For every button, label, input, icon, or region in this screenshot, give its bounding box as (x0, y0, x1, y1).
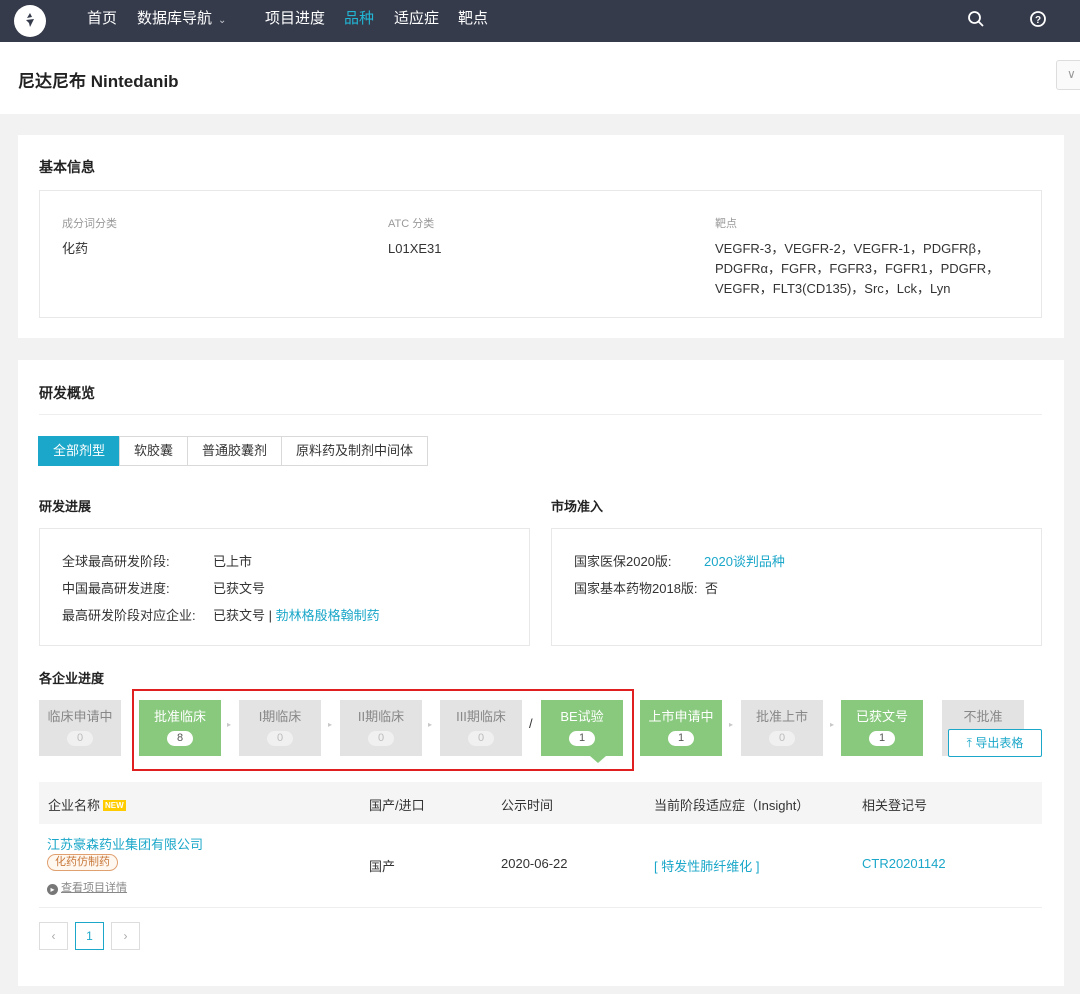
field-label-ingredient-class: 成分词分类 (62, 218, 117, 230)
origin-cell: 国产 (369, 859, 396, 874)
stage-label: 临床申请中 (47, 709, 113, 724)
column-header[interactable]: 相关登记号 (862, 795, 927, 814)
basic-info-card: 基本信息 成分词分类 化药 ATC 分类 L01XE31 靶点 VEGFR-3，… (18, 135, 1064, 338)
company-progress-title: 各企业进度 (39, 671, 105, 686)
market-access-panel: 国家医保2020版: 2020谈判品种 国家基本药物2018版: 否 (551, 528, 1042, 646)
company-name-link[interactable]: 江苏豪森药业集团有限公司 (47, 834, 203, 853)
search-icon[interactable] (967, 10, 985, 28)
header-dropdown-button[interactable]: ∨ (1056, 60, 1080, 90)
nav-item-home[interactable]: 首页 (87, 0, 117, 42)
stage-approval-number[interactable]: 已获文号 1 (841, 700, 923, 756)
rd-progress-panel: 全球最高研发阶段: 已上市 中国最高研发进度: 已获文号 最高研发阶段对应企业:… (39, 528, 530, 646)
rd-progress-title: 研发进展 (39, 499, 92, 514)
tab-soft-capsule[interactable]: 软胶囊 (119, 436, 189, 466)
view-detail-link[interactable]: ▸ 查看项目详情 (47, 879, 127, 895)
target-line: PDGFRα，FGFR，FGFR3，FGFR1，PDGFR， (715, 261, 1000, 276)
view-detail-label: 查看项目详情 (61, 882, 127, 894)
stage-count: 1 (869, 731, 895, 746)
export-label: 导出表格 (975, 736, 1024, 750)
pagination-prev-button[interactable]: ‹ (39, 922, 68, 950)
date-cell: 2020-06-22 (501, 856, 568, 871)
nav-item-indication[interactable]: 适应症 (394, 0, 439, 42)
pagination-next-button[interactable]: › (111, 922, 140, 950)
field-label-atc: ATC 分类 (388, 218, 435, 230)
stage-count: 0 (67, 731, 93, 746)
registration-number-link[interactable]: CTR20201142 (862, 856, 946, 871)
tab-api-intermediate[interactable]: 原料药及制剂中间体 (281, 436, 429, 466)
stage-label: 批准上市 (755, 709, 808, 724)
overview-card: 研发概览 全部剂型 软胶囊 普通胶囊剂 原料药及制剂中间体 研发进展 市场准入 … (18, 360, 1064, 986)
row-value-text: 已获文号 | (213, 608, 272, 623)
row-label: 国家基本药物2018版: (574, 581, 698, 596)
row-label: 中国最高研发进度: (62, 581, 170, 596)
basic-info-title: 基本信息 (39, 159, 95, 175)
stage-market-approved[interactable]: 批准上市 0 (741, 700, 823, 756)
indication-link[interactable]: [ 特发性肺纤维化 ] (654, 856, 759, 875)
stage-label: 已获文号 (855, 709, 908, 724)
row-value: 已上市 (213, 554, 253, 569)
nav-item-database[interactable]: 数据库导航 ⌄ (137, 0, 226, 42)
nav-item-variety[interactable]: 品种 (344, 0, 374, 42)
nav-item-project-progress[interactable]: 项目进度 (265, 0, 325, 42)
help-icon[interactable]: ? (1029, 10, 1047, 28)
basic-info-box: 成分词分类 化药 ATC 分类 L01XE31 靶点 VEGFR-3，VEGFR… (39, 190, 1042, 318)
export-table-button[interactable]: ⤒ 导出表格 (948, 729, 1042, 757)
dosage-form-tabs: 全部剂型 软胶囊 普通胶囊剂 原料药及制剂中间体 (38, 436, 429, 466)
generic-drug-tag: 化药仿制药 (47, 854, 118, 871)
page-title: 尼达尼布 Nintedanib (18, 72, 179, 91)
row-value: 否 (705, 581, 719, 596)
column-header[interactable]: 公示时间 (501, 795, 553, 814)
svg-text:?: ? (1035, 15, 1041, 26)
new-badge: NEW (103, 800, 126, 811)
table-row: 江苏豪森药业集团有限公司 化药仿制药 ▸ 查看项目详情 国产 2020-06-22… (39, 824, 1042, 908)
highlight-frame (132, 689, 634, 771)
nav-item-target[interactable]: 靶点 (458, 0, 488, 42)
field-value-atc: L01XE31 (388, 241, 442, 256)
stage-label: 不批准 (963, 709, 1003, 724)
chevron-down-icon: ⌄ (218, 15, 227, 26)
row-label: 全球最高研发阶段: (62, 554, 170, 569)
column-header-label: 企业名称 (48, 798, 101, 813)
stage-clinical-application[interactable]: 临床申请中 0 (39, 700, 121, 756)
market-access-title: 市场准入 (551, 499, 604, 514)
row-value: 已获文号 | 勃林格殷格翰制药 (213, 605, 380, 624)
field-value-target: VEGFR-3，VEGFR-2，VEGFR-1，PDGFRβ， PDGFRα，F… (715, 239, 999, 299)
target-line: VEGFR，FLT3(CD135)，Src，Lck，Lyn (715, 281, 951, 296)
divider (39, 414, 1042, 415)
column-header: 企业名称 NEW (48, 795, 126, 814)
top-nav: 首页 数据库导航 ⌄ 项目进度 品种 适应症 靶点 ? (0, 0, 1080, 42)
chevron-down-icon: ∨ (1067, 67, 1076, 81)
arrow-right-icon: ▸ (830, 720, 835, 729)
stage-count: 0 (769, 731, 795, 746)
stage-count: 1 (668, 731, 694, 746)
overview-title: 研发概览 (39, 385, 95, 401)
table-header: 企业名称 NEW 国产/进口 公示时间 当前阶段适应症（Insight） 相关登记… (39, 782, 1042, 824)
arrow-right-circle-icon: ▸ (47, 884, 58, 895)
company-link[interactable]: 勃林格殷格翰制药 (276, 608, 380, 623)
row-label: 国家医保2020版: (574, 554, 672, 569)
export-icon: ⤒ (966, 736, 972, 750)
row-value: 已获文号 (213, 581, 266, 596)
tab-capsule[interactable]: 普通胶囊剂 (187, 436, 283, 466)
nrdl-link[interactable]: 2020谈判品种 (704, 551, 785, 570)
stage-market-application[interactable]: 上市申请中 1 (640, 700, 722, 756)
tab-all-forms[interactable]: 全部剂型 (38, 436, 121, 466)
target-line: VEGFR-3，VEGFR-2，VEGFR-1，PDGFRβ， (715, 241, 990, 256)
logo-icon[interactable] (14, 5, 46, 37)
field-value-ingredient-class: 化药 (62, 241, 89, 256)
field-label-target: 靶点 (715, 218, 737, 230)
stage-label: 上市申请中 (648, 709, 714, 724)
page-header: 尼达尼布 Nintedanib ∨ (0, 42, 1080, 114)
pagination-page-1[interactable]: 1 (75, 922, 104, 950)
arrow-right-icon: ▸ (729, 720, 734, 729)
column-header[interactable]: 当前阶段适应症（Insight） (654, 795, 809, 814)
nav-item-database-label: 数据库导航 (137, 10, 213, 27)
column-header[interactable]: 国产/进口 (369, 795, 425, 814)
row-label: 最高研发阶段对应企业: (62, 608, 196, 623)
